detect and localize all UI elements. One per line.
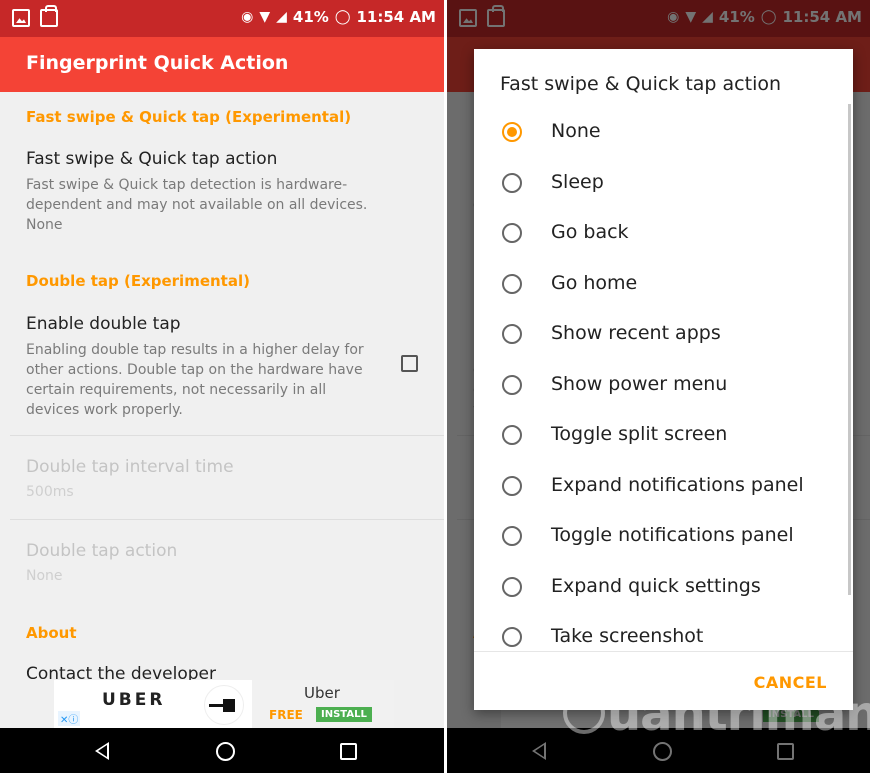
pref-title: Enable double tap	[26, 314, 181, 334]
ad-app-name: Uber	[304, 684, 340, 702]
watermark-logo-icon	[563, 692, 605, 734]
status-bar: ◉ ▼ ◢ 41% ◯ 11:54 AM	[0, 0, 444, 37]
ad-brand: UBER	[102, 690, 166, 710]
location-icon: ◉	[241, 9, 254, 25]
home-icon[interactable]	[216, 742, 235, 761]
option-go-home[interactable]: Go home	[474, 260, 853, 310]
option-label: Toggle notifications panel	[551, 524, 794, 546]
ad-banner[interactable]: UBER Uber FREE INSTALL	[54, 680, 394, 728]
enable-double-tap-checkbox[interactable]	[401, 355, 418, 372]
option-show-recent-apps[interactable]: Show recent apps	[474, 310, 853, 360]
action-picker-dialog: Fast swipe & Quick tap action None Sleep…	[474, 49, 853, 710]
option-expand-quick-settings[interactable]: Expand quick settings	[474, 563, 853, 613]
image-notification-icon	[12, 9, 30, 27]
option-toggle-split-screen[interactable]: Toggle split screen	[474, 411, 853, 461]
preferences-list[interactable]: Fast swipe & Quick tap (Experimental) Fa…	[0, 92, 444, 680]
watermark: uantrimang	[607, 686, 870, 742]
wifi-icon: ▼	[259, 9, 271, 25]
navigation-bar	[0, 728, 444, 773]
pref-title: Fast swipe & Quick tap action	[26, 149, 278, 169]
right-screen: ◉ ▼ ◢ 41% ◯ 11:54 AM Fingerprint Quick A…	[447, 0, 870, 773]
radio-icon[interactable]	[502, 526, 522, 546]
category-about: About	[26, 624, 77, 642]
radio-icon[interactable]	[502, 476, 522, 496]
divider	[10, 435, 444, 436]
signal-icon: ◢	[276, 9, 287, 25]
ad-panel: Uber FREE INSTALL	[252, 680, 394, 728]
category-fast-swipe: Fast swipe & Quick tap (Experimental)	[26, 108, 352, 126]
shopping-bag-notification-icon	[40, 5, 58, 27]
option-label: Go home	[551, 272, 638, 294]
radio-icon[interactable]	[502, 425, 522, 445]
adchoices-icon[interactable]: ✕ⓘ	[58, 711, 81, 726]
option-label: None	[551, 120, 601, 142]
app-bar: Fingerprint Quick Action	[0, 37, 444, 92]
pref-summary: Enabling double tap results in a higher …	[26, 342, 364, 418]
dialog-divider	[474, 651, 853, 652]
radio-icon[interactable]	[502, 274, 522, 294]
pref-summary: Fast swipe & Quick tap detection is hard…	[26, 177, 368, 213]
radio-icon[interactable]	[502, 223, 522, 243]
ad-install-button[interactable]: INSTALL	[316, 707, 372, 722]
battery-icon: ◯	[334, 9, 351, 25]
radio-icon[interactable]	[502, 375, 522, 395]
list-scrollbar[interactable]	[848, 104, 851, 595]
option-expand-notifications-panel[interactable]: Expand notifications panel	[474, 462, 853, 512]
option-label: Go back	[551, 221, 629, 243]
option-show-power-menu[interactable]: Show power menu	[474, 361, 853, 411]
option-label: Expand notifications panel	[551, 474, 804, 496]
radio-icon[interactable]	[502, 173, 522, 193]
radio-selected-icon[interactable]	[502, 122, 522, 142]
radio-icon[interactable]	[502, 577, 522, 597]
dialog-title: Fast swipe & Quick tap action	[500, 73, 782, 95]
option-take-screenshot[interactable]: Take screenshot	[474, 613, 853, 651]
option-label: Sleep	[551, 171, 604, 193]
app-title: Fingerprint Quick Action	[26, 52, 289, 74]
back-icon[interactable]	[95, 742, 109, 760]
pref-value: 500ms	[26, 484, 74, 500]
ad-free-label: FREE	[269, 708, 303, 722]
pref-value: None	[26, 217, 63, 233]
divider	[10, 519, 444, 520]
option-toggle-notifications-panel[interactable]: Toggle notifications panel	[474, 512, 853, 562]
radio-icon[interactable]	[502, 324, 522, 344]
category-double-tap: Double tap (Experimental)	[26, 272, 250, 290]
option-label: Expand quick settings	[551, 575, 761, 597]
option-sleep[interactable]: Sleep	[474, 159, 853, 209]
left-screen: ◉ ▼ ◢ 41% ◯ 11:54 AM Fingerprint Quick A…	[0, 0, 444, 773]
uber-logo-icon	[204, 685, 244, 725]
radio-icon[interactable]	[502, 627, 522, 647]
option-none[interactable]: None	[474, 108, 853, 158]
pref-title: Double tap action	[26, 541, 178, 561]
option-label: Take screenshot	[551, 625, 704, 647]
option-label: Show recent apps	[551, 322, 721, 344]
option-go-back[interactable]: Go back	[474, 209, 853, 259]
battery-percent: 41%	[292, 8, 329, 26]
pref-contact-developer[interactable]: Contact the developer	[26, 664, 216, 680]
pref-value: None	[26, 568, 63, 584]
clock: 11:54 AM	[356, 8, 436, 26]
pref-title: Double tap interval time	[26, 457, 234, 477]
option-label: Show power menu	[551, 373, 728, 395]
option-list[interactable]: None Sleep Go back Go home Show recent a…	[474, 108, 853, 651]
option-label: Toggle split screen	[551, 423, 728, 445]
recents-icon[interactable]	[340, 743, 357, 760]
